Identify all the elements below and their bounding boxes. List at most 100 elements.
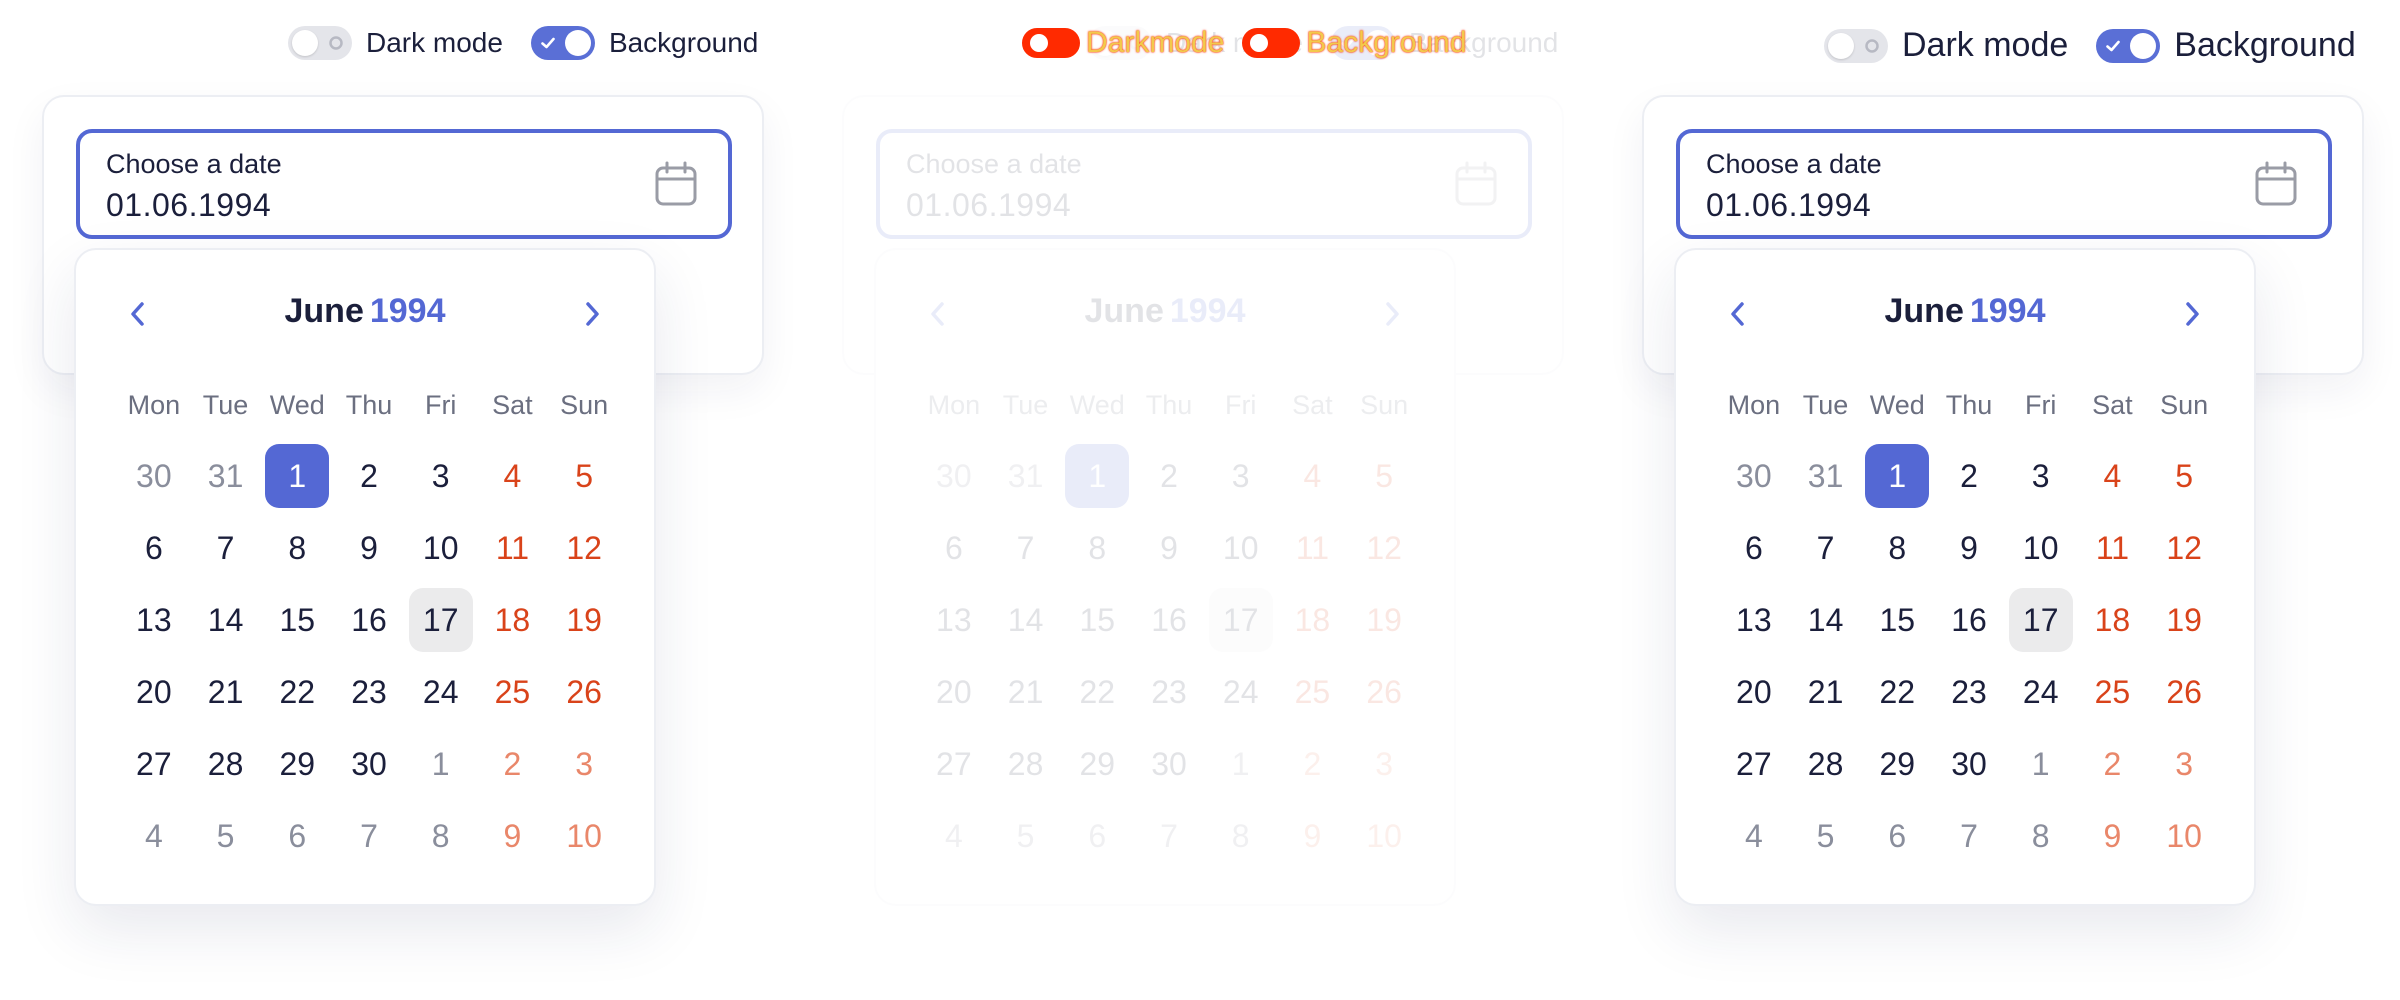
day-cell[interactable]: 8 bbox=[1205, 800, 1277, 872]
day-cell[interactable]: 2 bbox=[477, 728, 549, 800]
day-cell[interactable]: 12 bbox=[1348, 512, 1420, 584]
day-cell[interactable]: 10 bbox=[1205, 512, 1277, 584]
day-cell[interactable]: 1 bbox=[2005, 728, 2077, 800]
day-cell[interactable]: 6 bbox=[918, 512, 990, 584]
day-cell[interactable]: 6 bbox=[261, 800, 333, 872]
next-month-button[interactable] bbox=[1372, 294, 1412, 334]
day-cell[interactable]: 4 bbox=[1718, 800, 1790, 872]
year-label[interactable]: 1994 bbox=[370, 292, 446, 330]
date-input[interactable]: Choose a date 01.06.1994 bbox=[1676, 129, 2332, 239]
day-cell[interactable]: 20 bbox=[1718, 656, 1790, 728]
day-cell[interactable]: 18 bbox=[1277, 584, 1349, 656]
day-cell[interactable]: 22 bbox=[1061, 656, 1133, 728]
day-cell[interactable]: 10 bbox=[1348, 800, 1420, 872]
day-cell[interactable]: 10 bbox=[548, 800, 620, 872]
background-switch[interactable] bbox=[530, 26, 595, 60]
day-cell[interactable]: 22 bbox=[261, 656, 333, 728]
day-cell[interactable]: 2 bbox=[1133, 440, 1205, 512]
day-cell[interactable]: 7 bbox=[333, 800, 405, 872]
day-cell[interactable]: 4 bbox=[918, 800, 990, 872]
day-cell[interactable]: 14 bbox=[990, 584, 1062, 656]
day-cell[interactable]: 26 bbox=[2148, 656, 2220, 728]
day-cell[interactable]: 11 bbox=[477, 512, 549, 584]
day-cell[interactable]: 7 bbox=[990, 512, 1062, 584]
day-cell[interactable]: 12 bbox=[2148, 512, 2220, 584]
day-cell[interactable]: 29 bbox=[1861, 728, 1933, 800]
day-cell[interactable]: 4 bbox=[1277, 440, 1349, 512]
day-cell[interactable]: 22 bbox=[1861, 656, 1933, 728]
day-cell[interactable]: 15 bbox=[261, 584, 333, 656]
day-cell[interactable]: 7 bbox=[1790, 512, 1862, 584]
day-cell[interactable]: 1 bbox=[261, 440, 333, 512]
next-month-button[interactable] bbox=[572, 294, 612, 334]
date-input[interactable]: Choose a date 01.06.1994 bbox=[876, 129, 1532, 239]
day-cell[interactable]: 30 bbox=[1133, 728, 1205, 800]
day-cell[interactable]: 30 bbox=[333, 728, 405, 800]
day-cell[interactable]: 25 bbox=[477, 656, 549, 728]
day-cell[interactable]: 13 bbox=[918, 584, 990, 656]
day-cell[interactable]: 2 bbox=[2077, 728, 2149, 800]
day-cell[interactable]: 8 bbox=[405, 800, 477, 872]
day-cell[interactable]: 1 bbox=[1061, 440, 1133, 512]
day-cell[interactable]: 4 bbox=[118, 800, 190, 872]
day-cell[interactable]: 30 bbox=[1933, 728, 2005, 800]
calendar-icon[interactable] bbox=[654, 161, 698, 207]
day-cell[interactable]: 28 bbox=[1790, 728, 1862, 800]
background-switch[interactable] bbox=[2096, 28, 2161, 63]
day-cell[interactable]: 6 bbox=[118, 512, 190, 584]
day-cell[interactable]: 24 bbox=[405, 656, 477, 728]
next-month-button[interactable] bbox=[2172, 294, 2212, 334]
day-cell[interactable]: 15 bbox=[1061, 584, 1133, 656]
day-cell[interactable]: 31 bbox=[1790, 440, 1862, 512]
day-cell[interactable]: 15 bbox=[1861, 584, 1933, 656]
day-cell[interactable]: 11 bbox=[2077, 512, 2149, 584]
day-cell[interactable]: 31 bbox=[990, 440, 1062, 512]
day-cell[interactable]: 19 bbox=[548, 584, 620, 656]
day-cell[interactable]: 13 bbox=[118, 584, 190, 656]
day-cell[interactable]: 25 bbox=[2077, 656, 2149, 728]
day-cell[interactable]: 4 bbox=[477, 440, 549, 512]
day-cell[interactable]: 29 bbox=[261, 728, 333, 800]
day-cell[interactable]: 6 bbox=[1861, 800, 1933, 872]
day-cell[interactable]: 21 bbox=[190, 656, 262, 728]
day-cell[interactable]: 8 bbox=[2005, 800, 2077, 872]
day-cell[interactable]: 8 bbox=[1861, 512, 1933, 584]
day-cell[interactable]: 3 bbox=[2005, 440, 2077, 512]
day-cell[interactable]: 25 bbox=[1277, 656, 1349, 728]
calendar-icon[interactable] bbox=[2254, 161, 2298, 207]
day-cell[interactable]: 11 bbox=[1277, 512, 1349, 584]
day-cell[interactable]: 5 bbox=[1348, 440, 1420, 512]
day-cell[interactable]: 7 bbox=[190, 512, 262, 584]
day-cell[interactable]: 16 bbox=[1933, 584, 2005, 656]
day-cell[interactable]: 9 bbox=[1933, 512, 2005, 584]
day-cell[interactable]: 30 bbox=[918, 440, 990, 512]
day-cell[interactable]: 26 bbox=[548, 656, 620, 728]
day-cell[interactable]: 28 bbox=[190, 728, 262, 800]
day-cell[interactable]: 2 bbox=[1933, 440, 2005, 512]
day-cell[interactable]: 20 bbox=[118, 656, 190, 728]
day-cell[interactable]: 10 bbox=[2148, 800, 2220, 872]
day-cell[interactable]: 8 bbox=[261, 512, 333, 584]
day-cell[interactable]: 6 bbox=[1718, 512, 1790, 584]
day-cell[interactable]: 5 bbox=[2148, 440, 2220, 512]
day-cell[interactable]: 5 bbox=[1790, 800, 1862, 872]
dark-mode-switch[interactable] bbox=[1824, 28, 1888, 63]
day-cell[interactable]: 5 bbox=[548, 440, 620, 512]
day-cell[interactable]: 18 bbox=[2077, 584, 2149, 656]
day-cell[interactable]: 21 bbox=[1790, 656, 1862, 728]
day-cell[interactable]: 30 bbox=[1718, 440, 1790, 512]
day-cell[interactable]: 19 bbox=[1348, 584, 1420, 656]
day-cell[interactable]: 3 bbox=[1348, 728, 1420, 800]
day-cell[interactable]: 7 bbox=[1933, 800, 2005, 872]
day-cell[interactable]: 24 bbox=[1205, 656, 1277, 728]
day-cell[interactable]: 9 bbox=[477, 800, 549, 872]
day-cell[interactable]: 17 bbox=[2005, 584, 2077, 656]
day-cell[interactable]: 6 bbox=[1061, 800, 1133, 872]
day-cell[interactable]: 5 bbox=[190, 800, 262, 872]
day-cell[interactable]: 9 bbox=[2077, 800, 2149, 872]
day-cell[interactable]: 27 bbox=[1718, 728, 1790, 800]
day-cell[interactable]: 24 bbox=[2005, 656, 2077, 728]
year-label[interactable]: 1994 bbox=[1970, 292, 2046, 330]
day-cell[interactable]: 28 bbox=[990, 728, 1062, 800]
day-cell[interactable]: 27 bbox=[118, 728, 190, 800]
